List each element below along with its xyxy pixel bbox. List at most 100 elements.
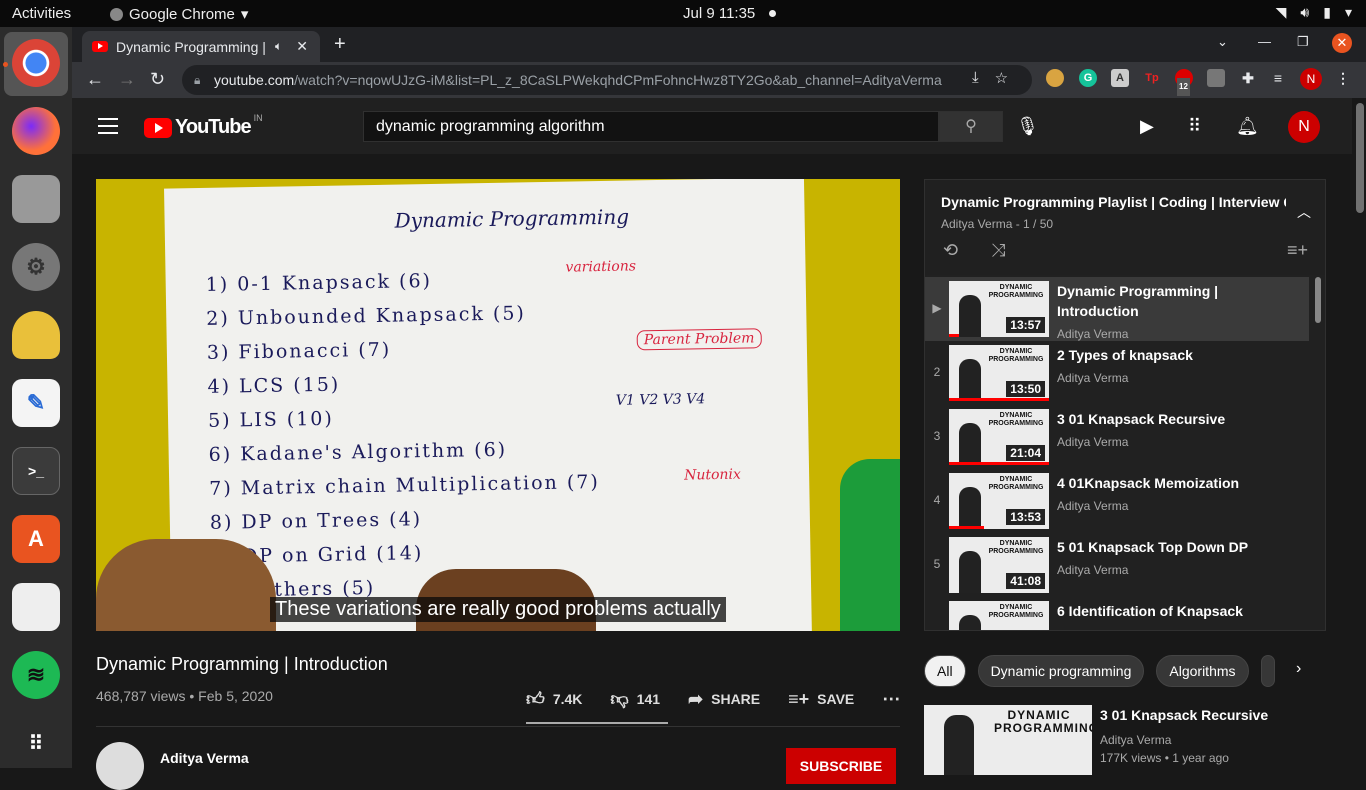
playlist-item-thumbnail[interactable]: DYNAMIC PROGRAMMING — [949, 601, 1049, 630]
tab-youtube[interactable]: Dynamic Programming | Introduction - You… — [82, 31, 320, 62]
text-editor-icon[interactable]: ✎ — [12, 379, 60, 427]
back-arrow-icon[interactable]: ← — [86, 69, 104, 90]
dislike-button[interactable]: 👎︎ 141 — [610, 688, 660, 710]
reload-icon[interactable]: ↻ — [150, 69, 165, 90]
grammarly-extension-icon[interactable]: G — [1079, 69, 1097, 87]
activities-button[interactable]: Activities — [12, 5, 71, 22]
terminal-icon[interactable]: >_ — [12, 447, 60, 495]
playlist-title[interactable]: Dynamic Programming Playlist | Coding | … — [941, 194, 1286, 210]
channel-name[interactable]: Aditya Verma — [160, 750, 249, 766]
playlist-scrollbar[interactable] — [1315, 277, 1321, 323]
app-center-icon[interactable]: A — [12, 515, 60, 563]
extensions-puzzle-icon[interactable]: ✚ — [1239, 69, 1257, 87]
youtube-logo[interactable]: YouTube IN — [144, 113, 263, 139]
recommended-meta: Aditya Verma 177K views • 1 year ago — [1100, 731, 1229, 767]
minimize-button[interactable]: — — [1258, 34, 1271, 49]
playlist-item-thumbnail[interactable]: DYNAMIC PROGRAMMING 41:08 — [949, 537, 1049, 593]
like-button[interactable]: 👍︎ 7.4K — [526, 688, 582, 710]
tab-title: Dynamic Programming | Introduction - You… — [116, 38, 271, 55]
app-name-label: Google Chrome — [129, 5, 235, 23]
thumbnail-label: DYNAMIC PROGRAMMING — [994, 708, 1092, 735]
recommended-thumbnail[interactable]: DYNAMIC PROGRAMMING — [924, 705, 1092, 775]
new-tab-button[interactable]: + — [334, 33, 346, 56]
window-close-button[interactable]: ✕ — [1332, 33, 1352, 53]
account-avatar[interactable]: N — [1288, 111, 1320, 143]
tab-search-icon[interactable]: ⌄ — [1217, 34, 1228, 50]
whiteboard-heading: Dynamic Programming — [394, 204, 630, 233]
loop-icon[interactable]: ⟲ — [943, 240, 958, 261]
install-app-icon[interactable]: ⤓ — [972, 69, 979, 87]
files-icon[interactable] — [12, 175, 60, 223]
subscribe-button[interactable]: SUBSCRIBE — [786, 748, 896, 784]
document-viewer-icon[interactable] — [12, 583, 60, 631]
profile-avatar[interactable]: N — [1300, 68, 1322, 90]
playlist-item-channel: Aditya Verma — [1057, 327, 1129, 341]
media-controls-icon[interactable]: ≡ — [1269, 69, 1287, 87]
playlist-item-thumbnail[interactable]: DYNAMIC PROGRAMMING 13:53 — [949, 473, 1049, 529]
spotify-icon[interactable]: ≋ — [12, 651, 60, 699]
recommended-video[interactable]: DYNAMIC PROGRAMMING 3 01 Knapsack Recurs… — [924, 705, 1326, 775]
playlist-item-thumbnail[interactable]: DYNAMIC PROGRAMMING 21:04 — [949, 409, 1049, 465]
forward-arrow-icon[interactable]: → — [118, 69, 136, 90]
recommended-title[interactable]: 3 01 Knapsack Recursive — [1100, 707, 1268, 723]
app-menu[interactable]: Google Chrome ▾ — [110, 5, 248, 23]
kanji-extension-icon[interactable] — [1207, 69, 1225, 87]
playlist-item[interactable]: 5 DYNAMIC PROGRAMMING 41:08 5 01 Knapsack T… — [925, 533, 1309, 597]
notifications-bell-icon[interactable]: 🔔︎ — [1236, 116, 1259, 137]
apps-grid-icon[interactable]: ⠿ — [1188, 116, 1201, 137]
tab-close-icon[interactable]: ✕ — [296, 38, 308, 55]
playlist-item-thumbnail[interactable]: DYNAMIC PROGRAMMING 13:50 — [949, 345, 1049, 401]
more-actions-button[interactable]: ⋯ — [882, 689, 900, 710]
youtube-play-icon — [144, 117, 172, 138]
tab-audio-icon[interactable]: 🔈︎ — [275, 39, 282, 54]
playlist-item-thumbnail[interactable]: DYNAMIC PROGRAMMING 13:57 — [949, 281, 1049, 337]
voice-search-mic-icon[interactable]: 🎙︎ — [1016, 116, 1039, 137]
chips-next-chevron-icon[interactable]: › — [1296, 660, 1301, 678]
show-apps-grid-icon[interactable]: ⠿ — [12, 719, 60, 767]
settings-gear-icon[interactable]: ⚙ — [12, 243, 60, 291]
cookie-extension-icon[interactable] — [1046, 69, 1064, 87]
search-input[interactable]: dynamic programming algorithm — [363, 111, 939, 142]
collapse-chevron-icon[interactable]: ︿ — [1297, 202, 1311, 222]
search-button[interactable]: ⚲ — [939, 111, 1003, 142]
share-button[interactable]: ➦ SHARE — [688, 689, 760, 710]
save-playlist-icon[interactable]: ≡+ — [1287, 240, 1308, 261]
masthead: YouTube IN dynamic programming algorithm… — [72, 98, 1352, 154]
chrome-menu-icon[interactable]: ⋮ — [1334, 69, 1352, 87]
firefox-icon[interactable] — [12, 107, 60, 155]
system-tray[interactable]: ◥ 🔊︎ ▮ ▾ — [1276, 4, 1352, 21]
address-bar[interactable]: 🔒︎ youtube.com/watch?v=nqowUJzG-iM&list=… — [182, 65, 1032, 95]
clock[interactable]: Jul 9 11:35 — [683, 5, 755, 22]
tp-extension-icon[interactable]: Tp — [1143, 69, 1161, 87]
thumbnail-person — [959, 615, 981, 630]
playlist-item[interactable]: DYNAMIC PROGRAMMING 6 Identification of K… — [925, 597, 1309, 630]
chrome-icon[interactable] — [12, 39, 60, 87]
playlist-item-title: 6 Identification of Knapsack — [1057, 603, 1243, 619]
duration-badge: 13:50 — [1006, 381, 1045, 397]
recommended-channel[interactable]: Aditya Verma — [1100, 731, 1229, 749]
save-button[interactable]: ≡+ SAVE — [788, 689, 854, 710]
playlist-item-title: 4 01Knapsack Memoization — [1057, 475, 1240, 491]
chip-all[interactable]: All — [924, 655, 966, 687]
red-badge-extension-icon[interactable]: 12 — [1175, 69, 1193, 96]
thumbnail-label: DYNAMIC PROGRAMMING — [988, 348, 1044, 363]
shuffle-icon[interactable]: ⤨ — [991, 240, 1005, 261]
playlist-item[interactable]: 2 DYNAMIC PROGRAMMING 13:50 2 Types of knap… — [925, 341, 1309, 405]
chip-partial[interactable] — [1260, 655, 1275, 687]
page-scrollbar[interactable] — [1354, 98, 1366, 768]
playlist-item[interactable]: 3 DYNAMIC PROGRAMMING 21:04 3 01 Knapsack R… — [925, 405, 1309, 469]
translate-extension-icon[interactable]: A — [1111, 69, 1129, 87]
teapot-icon[interactable] — [12, 311, 60, 359]
channel-avatar[interactable] — [96, 742, 144, 790]
maximize-button[interactable]: ❐ — [1297, 34, 1309, 50]
bookmark-star-icon[interactable]: ☆ — [995, 69, 1008, 87]
page-scrollbar-thumb[interactable] — [1356, 103, 1364, 213]
create-video-icon[interactable]: ▶︎ — [1140, 116, 1154, 137]
whiteboard-line: 1) 0-1 Knapsack (6) — [205, 269, 433, 296]
video-player[interactable]: Dynamic Programming 1) 0-1 Knapsack (6) … — [96, 179, 900, 631]
menu-hamburger-icon[interactable] — [98, 118, 118, 134]
playlist-item[interactable]: 4 DYNAMIC PROGRAMMING 13:53 4 01Knapsack Me… — [925, 469, 1309, 533]
playlist-item[interactable]: ▶ DYNAMIC PROGRAMMING 13:57 Dynamic Program… — [925, 277, 1309, 341]
chip-dynamic-programming[interactable]: Dynamic programming — [977, 655, 1145, 687]
chip-algorithms[interactable]: Algorithms — [1156, 655, 1249, 687]
